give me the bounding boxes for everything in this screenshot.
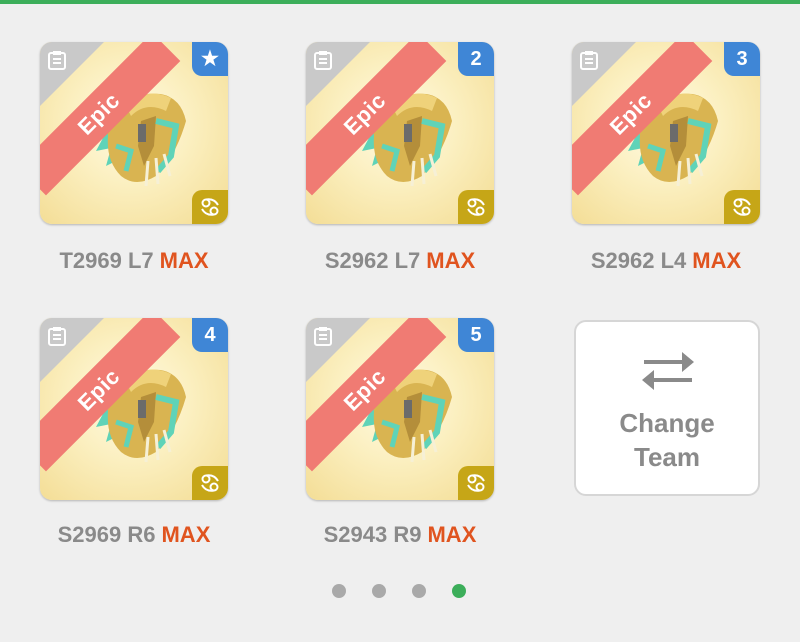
dragon-card-1[interactable]: Epic ★ bbox=[40, 42, 228, 224]
page-dot[interactable] bbox=[332, 584, 346, 598]
clipboard-icon bbox=[48, 51, 66, 70]
dragon-card-4[interactable]: Epic 4 bbox=[40, 318, 228, 500]
card-code: S2962 L7 bbox=[324, 248, 421, 273]
slot-number-badge: 5 bbox=[458, 318, 494, 352]
star-badge: ★ bbox=[192, 42, 228, 76]
card-caption-4: S2969 R6 MAX bbox=[24, 522, 244, 548]
max-label: MAX bbox=[161, 522, 211, 547]
max-label: MAX bbox=[692, 248, 742, 273]
max-label: MAX bbox=[426, 248, 476, 273]
change-team-button[interactable]: Change Team bbox=[574, 320, 760, 496]
card-caption-1: T2969 L7 MAX bbox=[24, 248, 244, 274]
top-accent-bar bbox=[0, 0, 800, 4]
card-code: T2969 L7 bbox=[59, 248, 154, 273]
clipboard-icon bbox=[314, 51, 332, 70]
change-team-label: Change Team bbox=[576, 406, 758, 474]
card-code: S2943 R9 bbox=[323, 522, 422, 547]
clipboard-icon bbox=[314, 327, 332, 346]
max-label: MAX bbox=[159, 248, 209, 273]
cancer-sign-icon bbox=[458, 190, 494, 224]
dragon-card-2[interactable]: Epic 2 bbox=[306, 42, 494, 224]
cancer-sign-icon bbox=[724, 190, 760, 224]
cancer-sign-icon bbox=[192, 190, 228, 224]
card-code: S2969 R6 bbox=[57, 522, 156, 547]
clipboard-icon bbox=[580, 51, 598, 70]
page-dot-active[interactable] bbox=[452, 584, 466, 598]
max-label: MAX bbox=[427, 522, 477, 547]
cancer-sign-icon bbox=[192, 466, 228, 500]
card-caption-5: S2943 R9 MAX bbox=[290, 522, 510, 548]
change-team-line2: Team bbox=[634, 442, 700, 472]
cancer-sign-icon bbox=[458, 466, 494, 500]
dragon-card-5[interactable]: Epic 5 bbox=[306, 318, 494, 500]
clipboard-icon bbox=[48, 327, 66, 346]
page-dot[interactable] bbox=[372, 584, 386, 598]
slot-number-badge: 3 bbox=[724, 42, 760, 76]
change-team-line1: Change bbox=[619, 408, 715, 438]
dragon-card-3[interactable]: Epic 3 bbox=[572, 42, 760, 224]
page-dot[interactable] bbox=[412, 584, 426, 598]
card-caption-3: S2962 L4 MAX bbox=[556, 248, 776, 274]
slot-number-badge: 2 bbox=[458, 42, 494, 76]
card-caption-2: S2962 L7 MAX bbox=[290, 248, 510, 274]
card-code: S2962 L4 bbox=[590, 248, 687, 273]
slot-number-badge: 4 bbox=[192, 318, 228, 352]
swap-arrows-icon bbox=[642, 352, 694, 390]
